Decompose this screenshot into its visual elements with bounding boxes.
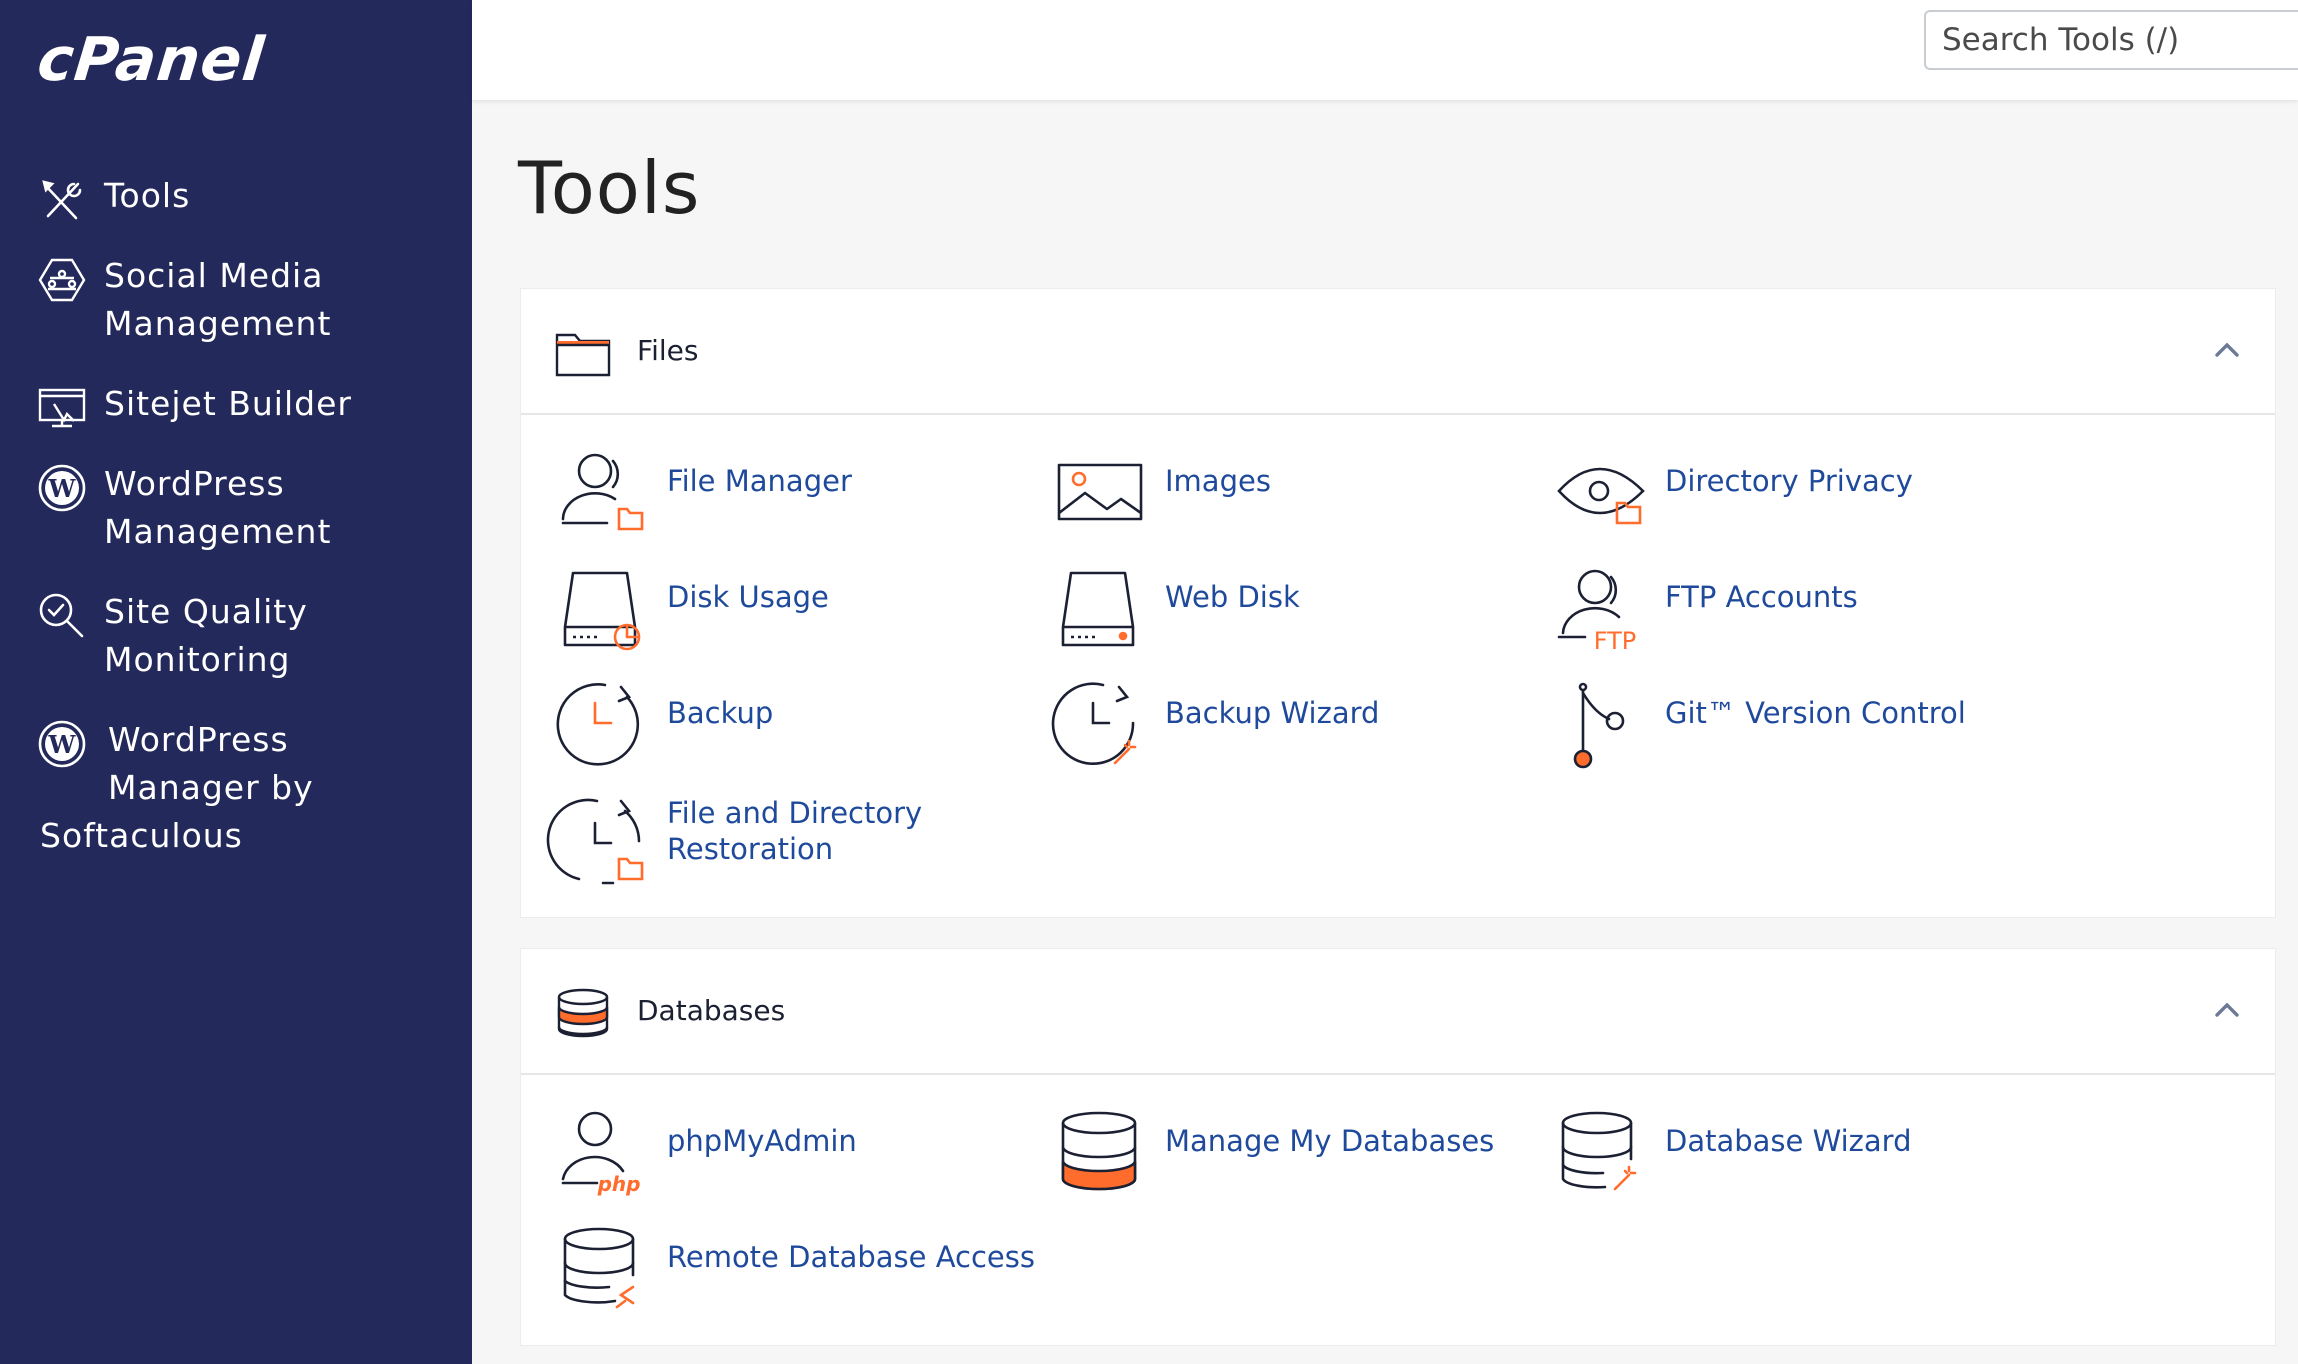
svg-text:W: W bbox=[48, 474, 77, 503]
restoration-icon bbox=[546, 798, 644, 885]
sidebar-item-label-line1: WordPress bbox=[108, 720, 289, 759]
sidebar-item-wordpress-management[interactable]: W WordPress Management bbox=[38, 460, 458, 556]
tool-label: phpMyAdmin bbox=[667, 1124, 857, 1158]
tool-directory-privacy[interactable]: Directory Privacy bbox=[1555, 447, 2015, 547]
images-icon bbox=[1057, 463, 1143, 521]
tool-label: Images bbox=[1165, 464, 1271, 498]
files-panel: Files File Manager Images Directory Priv… bbox=[520, 288, 2276, 918]
backup-icon bbox=[556, 683, 640, 766]
sidebar-item-social-media[interactable]: Social Media Management bbox=[38, 252, 458, 348]
chevron-up-icon[interactable] bbox=[2209, 991, 2245, 1027]
backup-wizard-icon bbox=[1051, 682, 1137, 766]
disk-usage-icon bbox=[563, 571, 641, 651]
tool-label: Web Disk bbox=[1165, 580, 1300, 614]
file-manager-icon bbox=[561, 453, 644, 531]
files-panel-header[interactable]: Files bbox=[521, 289, 2275, 415]
tool-images[interactable]: Images bbox=[1055, 447, 1515, 547]
site-quality-icon bbox=[39, 593, 84, 638]
social-media-icon bbox=[38, 258, 86, 302]
sidebar-item-site-quality-monitoring[interactable]: Site Quality Monitoring bbox=[38, 588, 458, 684]
databases-panel: Databases php phpMyAdmin Manage My Datab… bbox=[520, 948, 2276, 1346]
manage-databases-icon bbox=[1061, 1111, 1137, 1191]
tool-label: Remote Database Access bbox=[667, 1240, 1035, 1274]
database-icon bbox=[557, 988, 609, 1038]
chevron-up-icon[interactable] bbox=[2209, 331, 2245, 367]
databases-panel-header[interactable]: Databases bbox=[521, 949, 2275, 1075]
tools-icon bbox=[42, 180, 82, 220]
section-title: Databases bbox=[637, 994, 786, 1027]
sidebar-item-wordpress-manager-softaculous[interactable]: W WordPress Manager by Softaculous bbox=[38, 716, 458, 860]
tool-label: Manage My Databases bbox=[1165, 1124, 1495, 1158]
tool-backup-wizard[interactable]: Backup Wizard bbox=[1051, 679, 1515, 779]
ftp-accounts-icon: FTP bbox=[1557, 569, 1637, 655]
ftp-badge: FTP bbox=[1594, 627, 1637, 655]
tool-file-directory-restoration[interactable]: File and Directory Restoration bbox=[546, 795, 1017, 895]
remote-database-icon bbox=[563, 1227, 635, 1309]
tool-label: FTP Accounts bbox=[1665, 580, 1858, 614]
tool-ftp-accounts[interactable]: FTP FTP Accounts bbox=[1555, 563, 2015, 663]
cpanel-logo[interactable]: cPanel bbox=[34, 25, 268, 95]
tool-git-version-control[interactable]: Git™ Version Control bbox=[1555, 679, 2015, 779]
git-icon bbox=[1573, 682, 1625, 769]
tool-web-disk[interactable]: Web Disk bbox=[1055, 563, 1515, 663]
tool-label: Git™ Version Control bbox=[1665, 696, 1966, 730]
tool-label: Backup Wizard bbox=[1165, 696, 1380, 730]
wordpress-icon: W bbox=[38, 720, 86, 768]
sidebar-item-sitejet-builder[interactable]: Sitejet Builder bbox=[38, 380, 458, 428]
sidebar-item-tools[interactable]: Tools bbox=[38, 172, 458, 220]
tool-phpmyadmin[interactable]: php phpMyAdmin bbox=[557, 1107, 1017, 1207]
phpmyadmin-icon: php bbox=[561, 1111, 641, 1196]
tool-disk-usage[interactable]: Disk Usage bbox=[557, 563, 1017, 663]
svg-text:W: W bbox=[48, 730, 77, 759]
sidebar-item-label-line1: Social Media bbox=[104, 256, 324, 295]
sidebar-item-label-line3: Softaculous bbox=[40, 816, 243, 855]
sidebar-item-label-line1: WordPress bbox=[104, 464, 285, 503]
wordpress-icon: W bbox=[38, 464, 86, 512]
tool-label-line1: File and Directory bbox=[667, 796, 923, 830]
section-title: Files bbox=[637, 334, 699, 367]
tool-label: Disk Usage bbox=[667, 580, 829, 614]
sidebar: cPanel Tools Social Media Management Sit… bbox=[0, 0, 472, 1364]
sidebar-item-label-line2: Monitoring bbox=[104, 640, 291, 679]
tool-database-wizard[interactable]: Database Wizard bbox=[1555, 1107, 2015, 1207]
tool-label: File Manager bbox=[667, 464, 852, 498]
sidebar-item-label: Sitejet Builder bbox=[104, 384, 352, 423]
tool-remote-database-access[interactable]: Remote Database Access bbox=[557, 1223, 1057, 1323]
sidebar-item-label: Tools bbox=[104, 176, 191, 215]
sidebar-item-label-line2: Manager by bbox=[108, 768, 314, 807]
tool-label: Backup bbox=[667, 696, 774, 730]
tool-manage-my-databases[interactable]: Manage My Databases bbox=[1055, 1107, 1515, 1207]
tool-label: Directory Privacy bbox=[1665, 464, 1913, 498]
sidebar-item-label-line2: Management bbox=[104, 512, 332, 551]
sidebar-item-label-line1: Site Quality bbox=[104, 592, 308, 631]
sitejet-icon bbox=[38, 388, 86, 428]
sidebar-item-label-line2: Management bbox=[104, 304, 332, 343]
tool-file-manager[interactable]: File Manager bbox=[557, 447, 1017, 547]
tool-backup[interactable]: Backup bbox=[556, 679, 1017, 779]
tool-label: Database Wizard bbox=[1665, 1124, 1912, 1158]
database-wizard-icon bbox=[1561, 1111, 1637, 1191]
search-tools-input[interactable] bbox=[1924, 10, 2298, 70]
directory-privacy-icon bbox=[1557, 467, 1645, 525]
tool-label-line2: Restoration bbox=[667, 832, 834, 866]
page-title: Tools bbox=[518, 146, 701, 230]
php-badge: php bbox=[597, 1172, 641, 1196]
web-disk-icon bbox=[1061, 571, 1135, 647]
folder-icon bbox=[555, 333, 611, 377]
